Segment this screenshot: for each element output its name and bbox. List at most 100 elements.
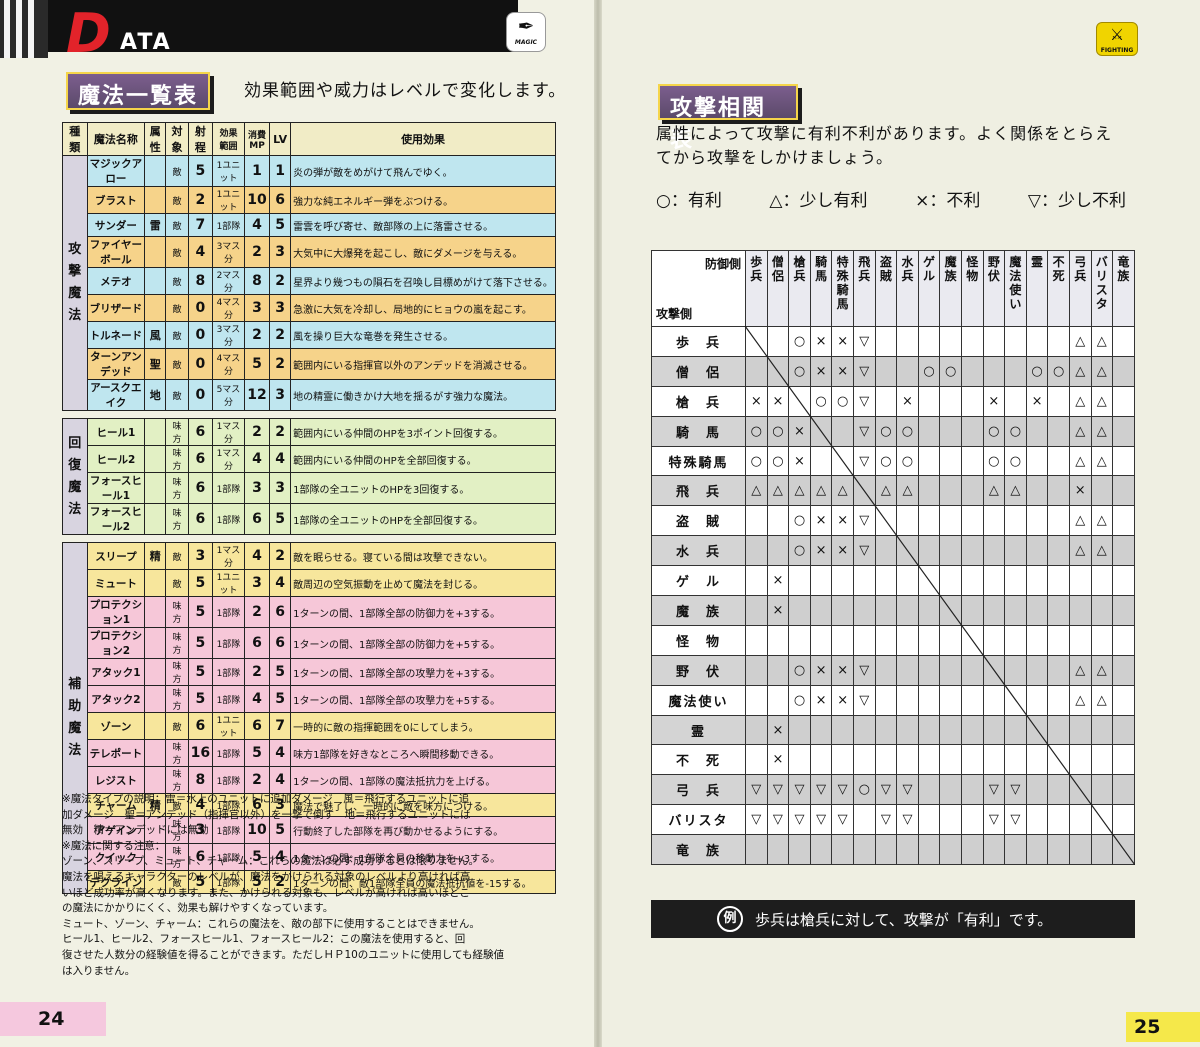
spell-name: テレポート — [86, 739, 146, 768]
grid-cell — [1047, 744, 1070, 776]
grid-cell — [960, 505, 984, 537]
grid-cell — [745, 684, 768, 716]
grid-cell — [960, 744, 984, 776]
attack-grid-header-row: 防御側 攻撃側歩兵僧侶槍兵騎馬特殊騎馬飛兵盗賊水兵ゲル魔族怪物野伏魔法使い霊不死弓… — [651, 250, 1135, 327]
spell-attribute: 精 — [144, 542, 167, 571]
grid-cell — [1004, 565, 1027, 597]
magic-row: アースクエイク地敵 0 5マス分 12 3 地の精霊に働きかけ大地を揺るがす強力な魔法。 — [63, 379, 556, 412]
grid-cell: × — [809, 505, 833, 537]
grid-cell — [896, 505, 919, 537]
spell-area: 2マス分 — [212, 267, 245, 296]
grid-cell — [1112, 834, 1135, 866]
grid-cell — [1004, 744, 1027, 776]
grid-cell — [917, 535, 941, 567]
spell-effect: 1部隊の全ユニットのHPを全部回復する。 — [290, 503, 556, 536]
grid-cell — [852, 804, 876, 836]
spell-mp: 5 — [243, 348, 271, 381]
magic-header-cell: 消費MP — [243, 122, 271, 156]
grid-row-header: 盗 賊 — [651, 505, 746, 537]
grid-cell — [1047, 654, 1070, 686]
grid-cell — [1068, 565, 1092, 597]
grid-cell: ▽ — [1004, 804, 1027, 836]
grid-cell — [1047, 804, 1070, 836]
spell-target: 敵 — [165, 569, 189, 598]
grid-cell: × — [766, 595, 790, 626]
grid-cell — [1112, 684, 1135, 716]
spell-name: ターンアンデッド — [86, 348, 146, 381]
grid-cell: △ — [1068, 355, 1092, 387]
grid-cell: △ — [1004, 475, 1027, 507]
spell-name: スリープ — [86, 542, 146, 571]
spell-attribute — [144, 712, 167, 741]
spell-attribute — [144, 236, 167, 269]
spell-name: ゾーン — [86, 712, 146, 741]
spell-area: 5マス分 — [212, 379, 245, 412]
grid-cell — [766, 834, 790, 866]
grid-cell — [960, 326, 984, 357]
grid-cell: × — [809, 535, 833, 567]
grid-cell — [831, 595, 854, 626]
header-bar — [48, 0, 518, 52]
magic-list-title: 魔法一覧表 — [66, 72, 210, 110]
spell-target: 敵 — [165, 155, 189, 187]
grid-cell — [939, 535, 962, 567]
symbol-legend: ○：有利 △：少し有利 ×：不利 ▽：少し不利 — [656, 186, 1126, 211]
grid-cell: × — [766, 744, 790, 776]
grid-cell: △ — [766, 475, 790, 507]
grid-cell — [852, 595, 876, 626]
data-logo-rest: ATA — [120, 30, 172, 55]
spell-attribute: 風 — [144, 321, 167, 350]
spell-level: 4 — [269, 445, 292, 474]
magic-row: プロテクション2 味方 5 1部隊 6 6 1ターンの間、1部隊全部の防御力を+5する。 — [63, 627, 556, 660]
grid-cell: × — [809, 326, 833, 357]
spell-attribute — [144, 503, 167, 536]
magic-category: 攻撃魔法 — [62, 154, 88, 412]
grid-cell: △ — [1090, 326, 1114, 357]
grid-row: 飛 兵 △ △ △ △ △ △ △ △ △ × — [651, 475, 1135, 507]
grid-cell — [1112, 714, 1135, 746]
grid-row: 特殊騎馬 ○ ○ × ▽ ○ ○ ○ ○ △ △ — [651, 445, 1135, 477]
spell-level: 1 — [269, 155, 292, 187]
grid-cell — [982, 744, 1006, 776]
magic-header-cell: 使用効果 — [290, 122, 556, 156]
grid-cell — [982, 834, 1006, 866]
attack-intro: 属性によって攻撃に有利不利があります。よく関係をとらえ てから攻撃をしかけましょ… — [656, 122, 1116, 170]
spell-effect: 敵周辺の空気振動を止めて魔法を封じる。 — [290, 569, 556, 598]
grid-cell — [960, 804, 984, 836]
spell-level: 2 — [269, 542, 292, 571]
grid-cell — [1112, 326, 1135, 357]
spell-name: ファイヤーボール — [86, 236, 146, 269]
grid-cell: ○ — [874, 415, 898, 447]
grid-cell — [852, 565, 876, 597]
grid-cell: ▽ — [788, 774, 811, 806]
magic-header-cell: 対象 — [165, 122, 189, 156]
grid-cell — [1068, 804, 1092, 836]
grid-cell — [745, 834, 768, 866]
grid-cell: △ — [809, 475, 833, 507]
grid-cell — [1047, 505, 1070, 537]
grid-cell — [809, 744, 833, 776]
grid-cell — [982, 535, 1006, 567]
spell-mp: 6 — [243, 503, 271, 536]
spell-level: 5 — [269, 503, 292, 536]
grid-cell: ▽ — [788, 804, 811, 836]
grid-cell: ▽ — [852, 445, 876, 477]
spell-effect: 星界より幾つもの隕石を召喚し目標めがけて落下させる。 — [290, 267, 556, 296]
grid-cell: × — [831, 355, 854, 387]
spell-area: 1マス分 — [212, 445, 245, 474]
spell-range: 5 — [187, 685, 214, 714]
grid-cell: ○ — [939, 355, 962, 387]
spell-attribute: 雷 — [144, 212, 167, 238]
grid-cell — [896, 355, 919, 387]
grid-cell: ○ — [982, 445, 1006, 477]
grid-cell: ▽ — [766, 804, 790, 836]
grid-cell: ▽ — [874, 804, 898, 836]
grid-cell: △ — [788, 475, 811, 507]
spell-mp: 1 — [243, 155, 271, 187]
spell-attribute — [144, 418, 167, 447]
grid-cell — [1025, 415, 1049, 447]
grid-cell — [896, 535, 919, 567]
page-number-left: 24 — [0, 1002, 106, 1036]
grid-cell: × — [809, 355, 833, 387]
note-line: ※魔法タイプの説明：雷＝水上のユニットに追加ダメージ 風＝飛行するユニットに追 — [62, 793, 470, 805]
